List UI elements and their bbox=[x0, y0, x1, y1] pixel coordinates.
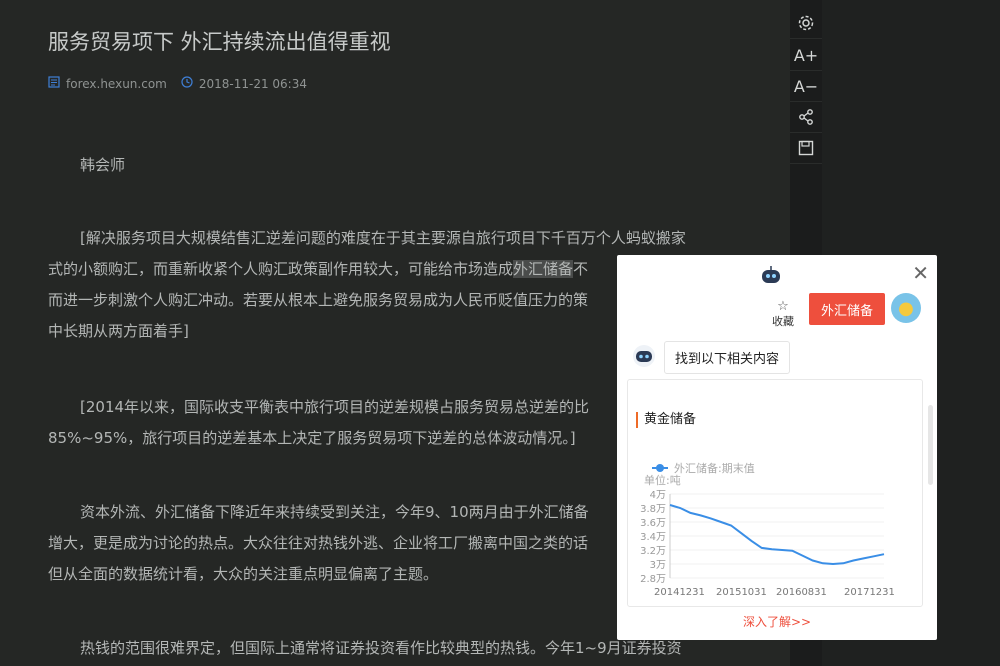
result-card[interactable]: 黄金储备 外汇储备:期末值 单位:吨 4万 3.8万 3.6万 3.4万 3.2万 3万 2.8… bbox=[627, 379, 923, 607]
learn-more-link[interactable]: 深入了解>> bbox=[617, 613, 937, 630]
scrollbar[interactable] bbox=[928, 405, 933, 485]
share-button[interactable] bbox=[790, 102, 822, 133]
y-tick-label: 3万 bbox=[650, 560, 666, 571]
article-meta: forex.hexun.com 2018-11-21 06:34 bbox=[48, 76, 321, 91]
source-link[interactable]: forex.hexun.com bbox=[66, 77, 167, 91]
y-tick-label: 2.8万 bbox=[640, 574, 666, 585]
robot-avatar-icon bbox=[631, 345, 657, 371]
x-tick-label: 20151031 bbox=[716, 587, 767, 598]
author-line: 韩会师 bbox=[80, 156, 126, 174]
highlighted-keyword[interactable]: 外汇储备 bbox=[513, 260, 574, 278]
related-info-popup: ✕ ☆ 收藏 外汇储备 ● 找到以下相关内容 黄金储备 外汇储备:期末值 单位:吨… bbox=[617, 255, 937, 640]
font-decrease-button[interactable]: A− bbox=[790, 71, 822, 102]
y-tick-label: 3.4万 bbox=[640, 532, 666, 543]
publish-time: 2018-11-21 06:34 bbox=[198, 76, 307, 91]
star-icon: ☆ bbox=[777, 299, 789, 314]
gear-icon bbox=[798, 15, 814, 31]
y-tick-label: 3.6万 bbox=[640, 518, 666, 529]
reserve-line-chart: 外汇储备:期末值单位:吨 4万 3.8万 3.6万 3.4万 3.2万 3万 2.8万 2014… bbox=[640, 461, 895, 598]
article-title: 服务贸易项下 外汇持续流出值得重视 bbox=[48, 30, 391, 54]
mascot-icon: ● bbox=[898, 297, 914, 319]
close-button[interactable]: ✕ bbox=[912, 261, 929, 285]
collect-button[interactable]: ☆ 收藏 bbox=[772, 299, 794, 329]
series-line bbox=[669, 504, 885, 566]
text-span: 式的小额购汇，而重新收紧个人购汇政策副作用较大，可能给市场造成 bbox=[48, 260, 514, 278]
legend-label: 外汇储备:期末值 bbox=[674, 461, 755, 475]
save-icon bbox=[798, 140, 814, 156]
avatar[interactable]: ● bbox=[891, 293, 921, 323]
y-tick-label: 4万 bbox=[650, 490, 666, 501]
close-icon: ✕ bbox=[912, 261, 929, 285]
legend-marker bbox=[656, 464, 664, 472]
settings-button[interactable] bbox=[790, 8, 822, 39]
time-item: 2018-11-21 06:34 bbox=[181, 76, 307, 91]
save-button[interactable] bbox=[790, 133, 822, 164]
clock-icon bbox=[181, 76, 193, 91]
y-tick-label: 3.2万 bbox=[640, 546, 666, 557]
paragraph-line: [解决服务项目大规模结售汇逆差问题的难度在于其主要源自旅行项目下千百万个人蚂蚁搬… bbox=[80, 229, 686, 247]
x-tick-label: 20171231 bbox=[844, 587, 895, 598]
keyword-button[interactable]: 外汇储备 bbox=[809, 293, 885, 325]
result-message: 找到以下相关内容 bbox=[664, 341, 791, 374]
font-increase-button[interactable]: A+ bbox=[790, 40, 822, 71]
y-tick-label: 3.8万 bbox=[640, 504, 666, 515]
x-tick-label: 20141231 bbox=[654, 587, 705, 598]
document-icon bbox=[48, 76, 60, 91]
unit-label: 单位:吨 bbox=[644, 473, 681, 487]
collect-label: 收藏 bbox=[772, 315, 794, 328]
robot-icon bbox=[759, 265, 783, 289]
x-tick-label: 20160831 bbox=[776, 587, 827, 598]
share-icon bbox=[799, 109, 813, 125]
source-item: forex.hexun.com bbox=[48, 76, 167, 91]
text-span: 不 bbox=[573, 260, 589, 278]
